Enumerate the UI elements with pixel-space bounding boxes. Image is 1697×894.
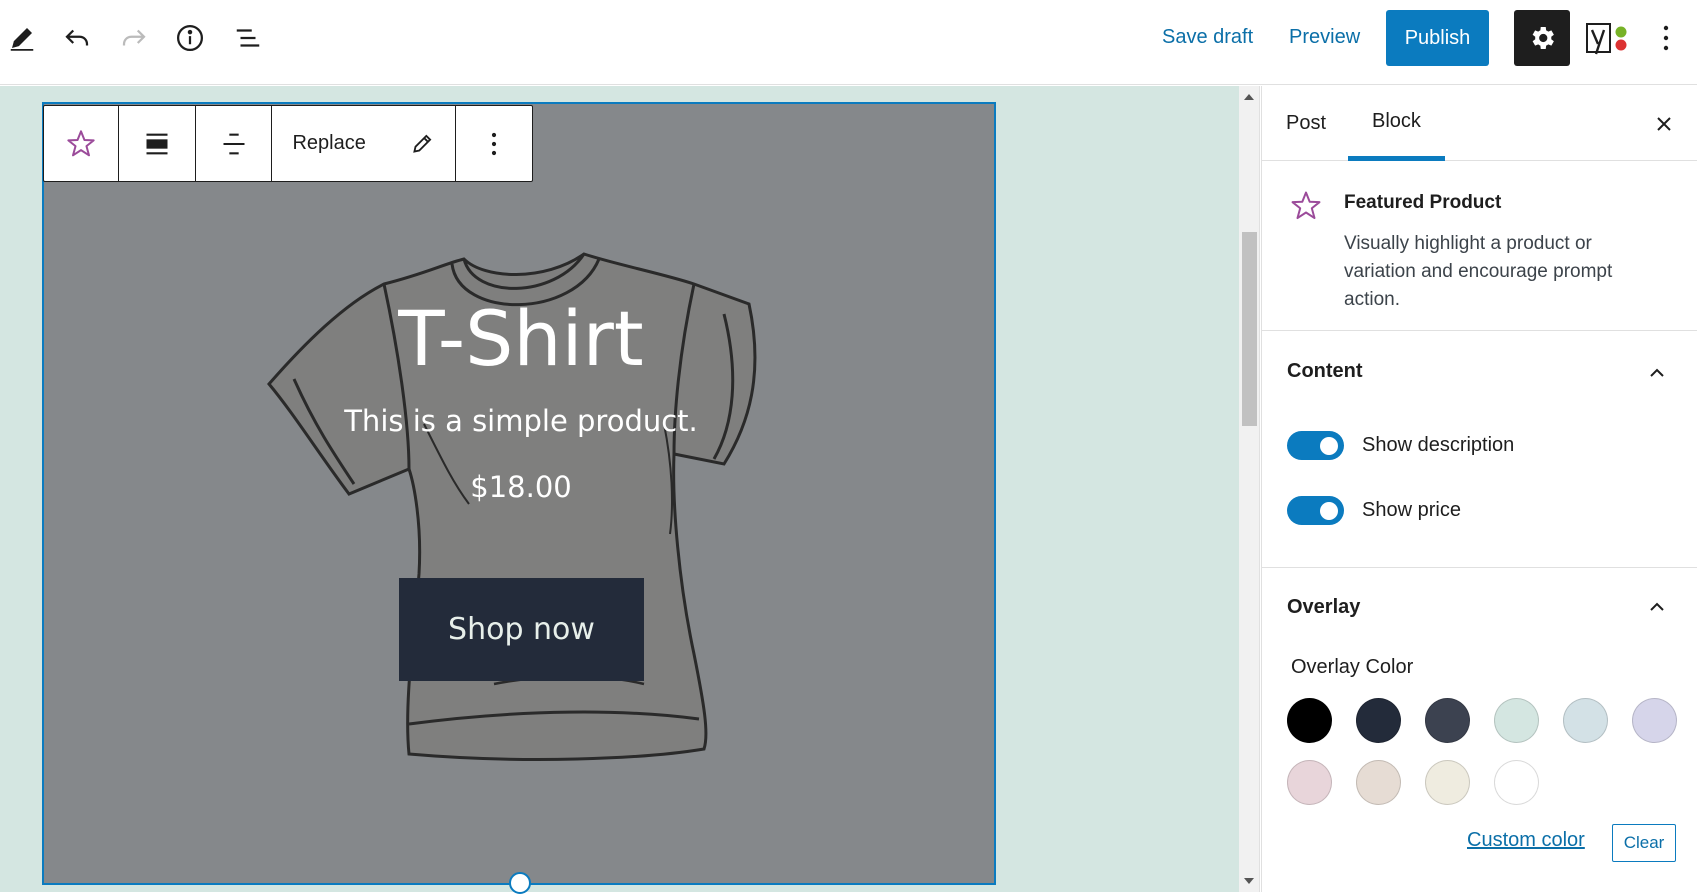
block-type-button[interactable] [44,106,119,181]
scroll-up-arrow-icon[interactable] [1244,94,1254,100]
show-price-label: Show price [1362,498,1461,521]
list-view-icon[interactable] [228,18,268,58]
pencil-icon[interactable] [2,18,42,58]
sidebar-tabs: Post Block [1262,86,1697,161]
block-toolbar: Replace [43,105,533,182]
close-sidebar-button[interactable] [1644,104,1684,144]
block-options-button[interactable] [456,106,532,181]
star-icon [1291,191,1321,220]
color-swatch[interactable] [1287,698,1332,743]
color-swatch[interactable] [1632,698,1677,743]
content-panel-toggle[interactable]: Content [1262,336,1697,408]
info-icon[interactable] [170,18,210,58]
block-card-description: Visually highlight a product or variatio… [1344,233,1613,310]
show-description-label: Show description [1362,433,1515,456]
replace-label: Replace [292,132,366,154]
publish-button[interactable]: Publish [1386,10,1489,66]
replace-button[interactable]: Replace [272,106,457,181]
undo-icon[interactable] [57,18,97,58]
settings-sidebar: Post Block Featured Product Visually hig… [1261,86,1697,892]
content-panel-title: Content [1287,360,1363,382]
toggle-switch[interactable] [1287,495,1344,525]
more-vertical-icon [1663,25,1669,51]
editor-top-bar: Save draft Preview Publish [0,0,1697,85]
custom-color-button[interactable]: Custom color [1467,829,1585,852]
scroll-thumb[interactable] [1242,232,1257,426]
chevron-up-icon [1642,358,1672,388]
content-position-button[interactable] [196,106,273,181]
color-swatch[interactable] [1425,760,1470,805]
save-draft-button[interactable]: Save draft [1162,26,1253,49]
editor-canvas: T-Shirt This is a simple product. $18.00… [0,86,1239,892]
color-swatch[interactable] [1563,698,1608,743]
scroll-down-arrow-icon[interactable] [1244,878,1254,884]
overlay-color-label: Overlay Color [1291,656,1414,678]
color-swatch[interactable] [1494,698,1539,743]
color-swatch[interactable] [1356,760,1401,805]
preview-button[interactable]: Preview [1289,26,1360,49]
more-vertical-icon [491,132,497,155]
block-card-title: Featured Product [1344,192,1502,213]
canvas-scrollbar[interactable] [1239,86,1260,892]
overlay-panel-toggle[interactable]: Overlay [1262,568,1697,640]
tab-block[interactable]: Block [1348,86,1445,161]
align-wide-icon [146,133,168,154]
tab-post[interactable]: Post [1262,86,1350,161]
color-swatch[interactable] [1356,698,1401,743]
more-options-button[interactable] [1648,18,1684,58]
block-resize-handle[interactable] [509,872,531,894]
overlay-panel-title: Overlay [1287,596,1361,618]
show-price-toggle[interactable]: Show price [1287,494,1461,526]
align-wide-button[interactable] [119,106,196,181]
show-description-toggle[interactable]: Show description [1287,429,1514,461]
clear-color-button[interactable]: Clear [1612,824,1676,862]
gear-icon [1532,27,1554,49]
settings-button[interactable] [1514,10,1570,66]
product-price: $18.00 [470,470,572,504]
star-icon [67,129,95,156]
align-center-icon [223,133,245,154]
close-icon [1657,117,1671,131]
color-swatch[interactable] [1494,760,1539,805]
chevron-up-icon [1642,592,1672,622]
color-swatch[interactable] [1425,698,1470,743]
block-card: Featured Product Visually highlight a pr… [1262,162,1697,331]
featured-product-block[interactable]: T-Shirt This is a simple product. $18.00… [42,102,996,885]
pencil-icon [413,134,432,153]
product-title[interactable]: T-Shirt [44,294,994,383]
yoast-icon [1586,23,1627,55]
color-swatch[interactable] [1287,760,1332,805]
toggle-switch[interactable] [1287,430,1344,460]
yoast-seo-button[interactable] [1584,18,1632,60]
shop-now-button[interactable]: Shop now [399,578,644,681]
product-description[interactable]: This is a simple product. [44,404,994,438]
redo-icon[interactable] [114,18,154,58]
